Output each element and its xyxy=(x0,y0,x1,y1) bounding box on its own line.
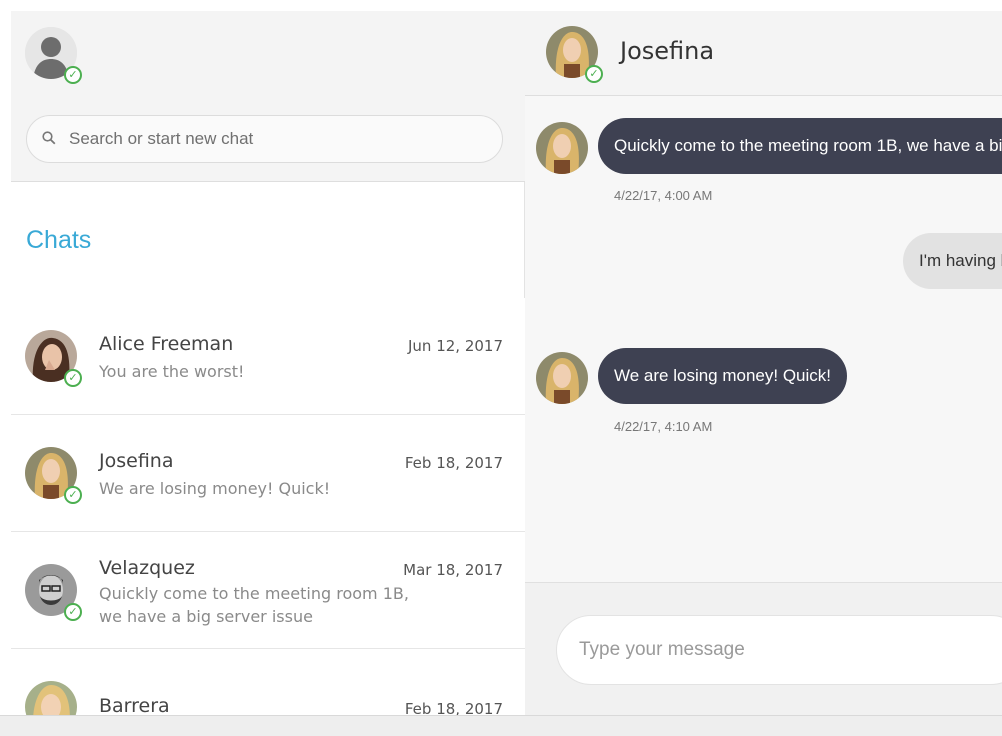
chat-name: Velazquez xyxy=(99,557,195,579)
chat-preview: You are the worst! xyxy=(99,362,245,381)
conversation-header: ✓ Josefina xyxy=(525,11,1002,96)
chat-name: Barrera xyxy=(99,695,170,715)
chat-list-item[interactable]: ✓ Alice Freeman Jun 12, 2017 You are the… xyxy=(11,298,525,415)
search-icon xyxy=(42,131,56,145)
chat-preview: Quickly come to the meeting room 1B, we … xyxy=(99,584,409,626)
avatar xyxy=(25,681,77,715)
message-avatar xyxy=(536,352,588,404)
chat-name: Alice Freeman xyxy=(99,333,234,355)
incoming-message: We are losing money! Quick! xyxy=(598,348,847,404)
chat-list-item[interactable]: ✓ Josefina Feb 18, 2017 We are losing mo… xyxy=(11,415,525,532)
chats-heading: Chats xyxy=(26,226,92,254)
message-timestamp: 4/22/17, 4:00 AM xyxy=(614,188,713,203)
chat-list-item[interactable]: ✓ Velazquez Mar 18, 2017 Quickly come to… xyxy=(11,532,525,649)
search-box[interactable] xyxy=(26,115,503,163)
chat-list-item[interactable]: Barrera Feb 18, 2017 xyxy=(11,649,525,715)
chat-date: Feb 18, 2017 xyxy=(404,700,503,715)
message-avatar xyxy=(536,122,588,174)
chat-list-panel: ✓ Chats ✓ Alice Freeman xyxy=(11,11,525,715)
chat-date: Mar 18, 2017 xyxy=(403,561,503,579)
chat-list-header: ✓ xyxy=(11,11,525,182)
contact-name: Josefina xyxy=(620,37,715,65)
chat-date: Feb 18, 2017 xyxy=(404,454,503,472)
conversation-panel: ✓ Josefina Quickly come to the meeting r… xyxy=(525,11,1002,715)
check-circle-icon: ✓ xyxy=(64,66,82,84)
message-timestamp: 4/22/17, 4:10 AM xyxy=(614,419,713,434)
check-circle-icon: ✓ xyxy=(64,369,82,387)
check-circle-icon: ✓ xyxy=(585,65,603,83)
check-circle-icon: ✓ xyxy=(64,603,82,621)
chat-app: ✓ Chats ✓ Alice Freeman xyxy=(11,11,1002,715)
chat-date: Jun 12, 2017 xyxy=(407,337,503,355)
message-composer xyxy=(525,582,1002,715)
outgoing-message: I'm having breakfast right now, can't yo… xyxy=(903,233,1002,289)
chat-preview: We are losing money! Quick! xyxy=(99,479,331,498)
chat-name: Josefina xyxy=(99,450,174,472)
window-bottom-edge xyxy=(0,715,1002,736)
incoming-message: Quickly come to the meeting room 1B, we … xyxy=(598,118,1002,174)
search-input[interactable] xyxy=(69,116,489,162)
check-circle-icon: ✓ xyxy=(64,486,82,504)
message-input[interactable] xyxy=(556,615,1002,685)
